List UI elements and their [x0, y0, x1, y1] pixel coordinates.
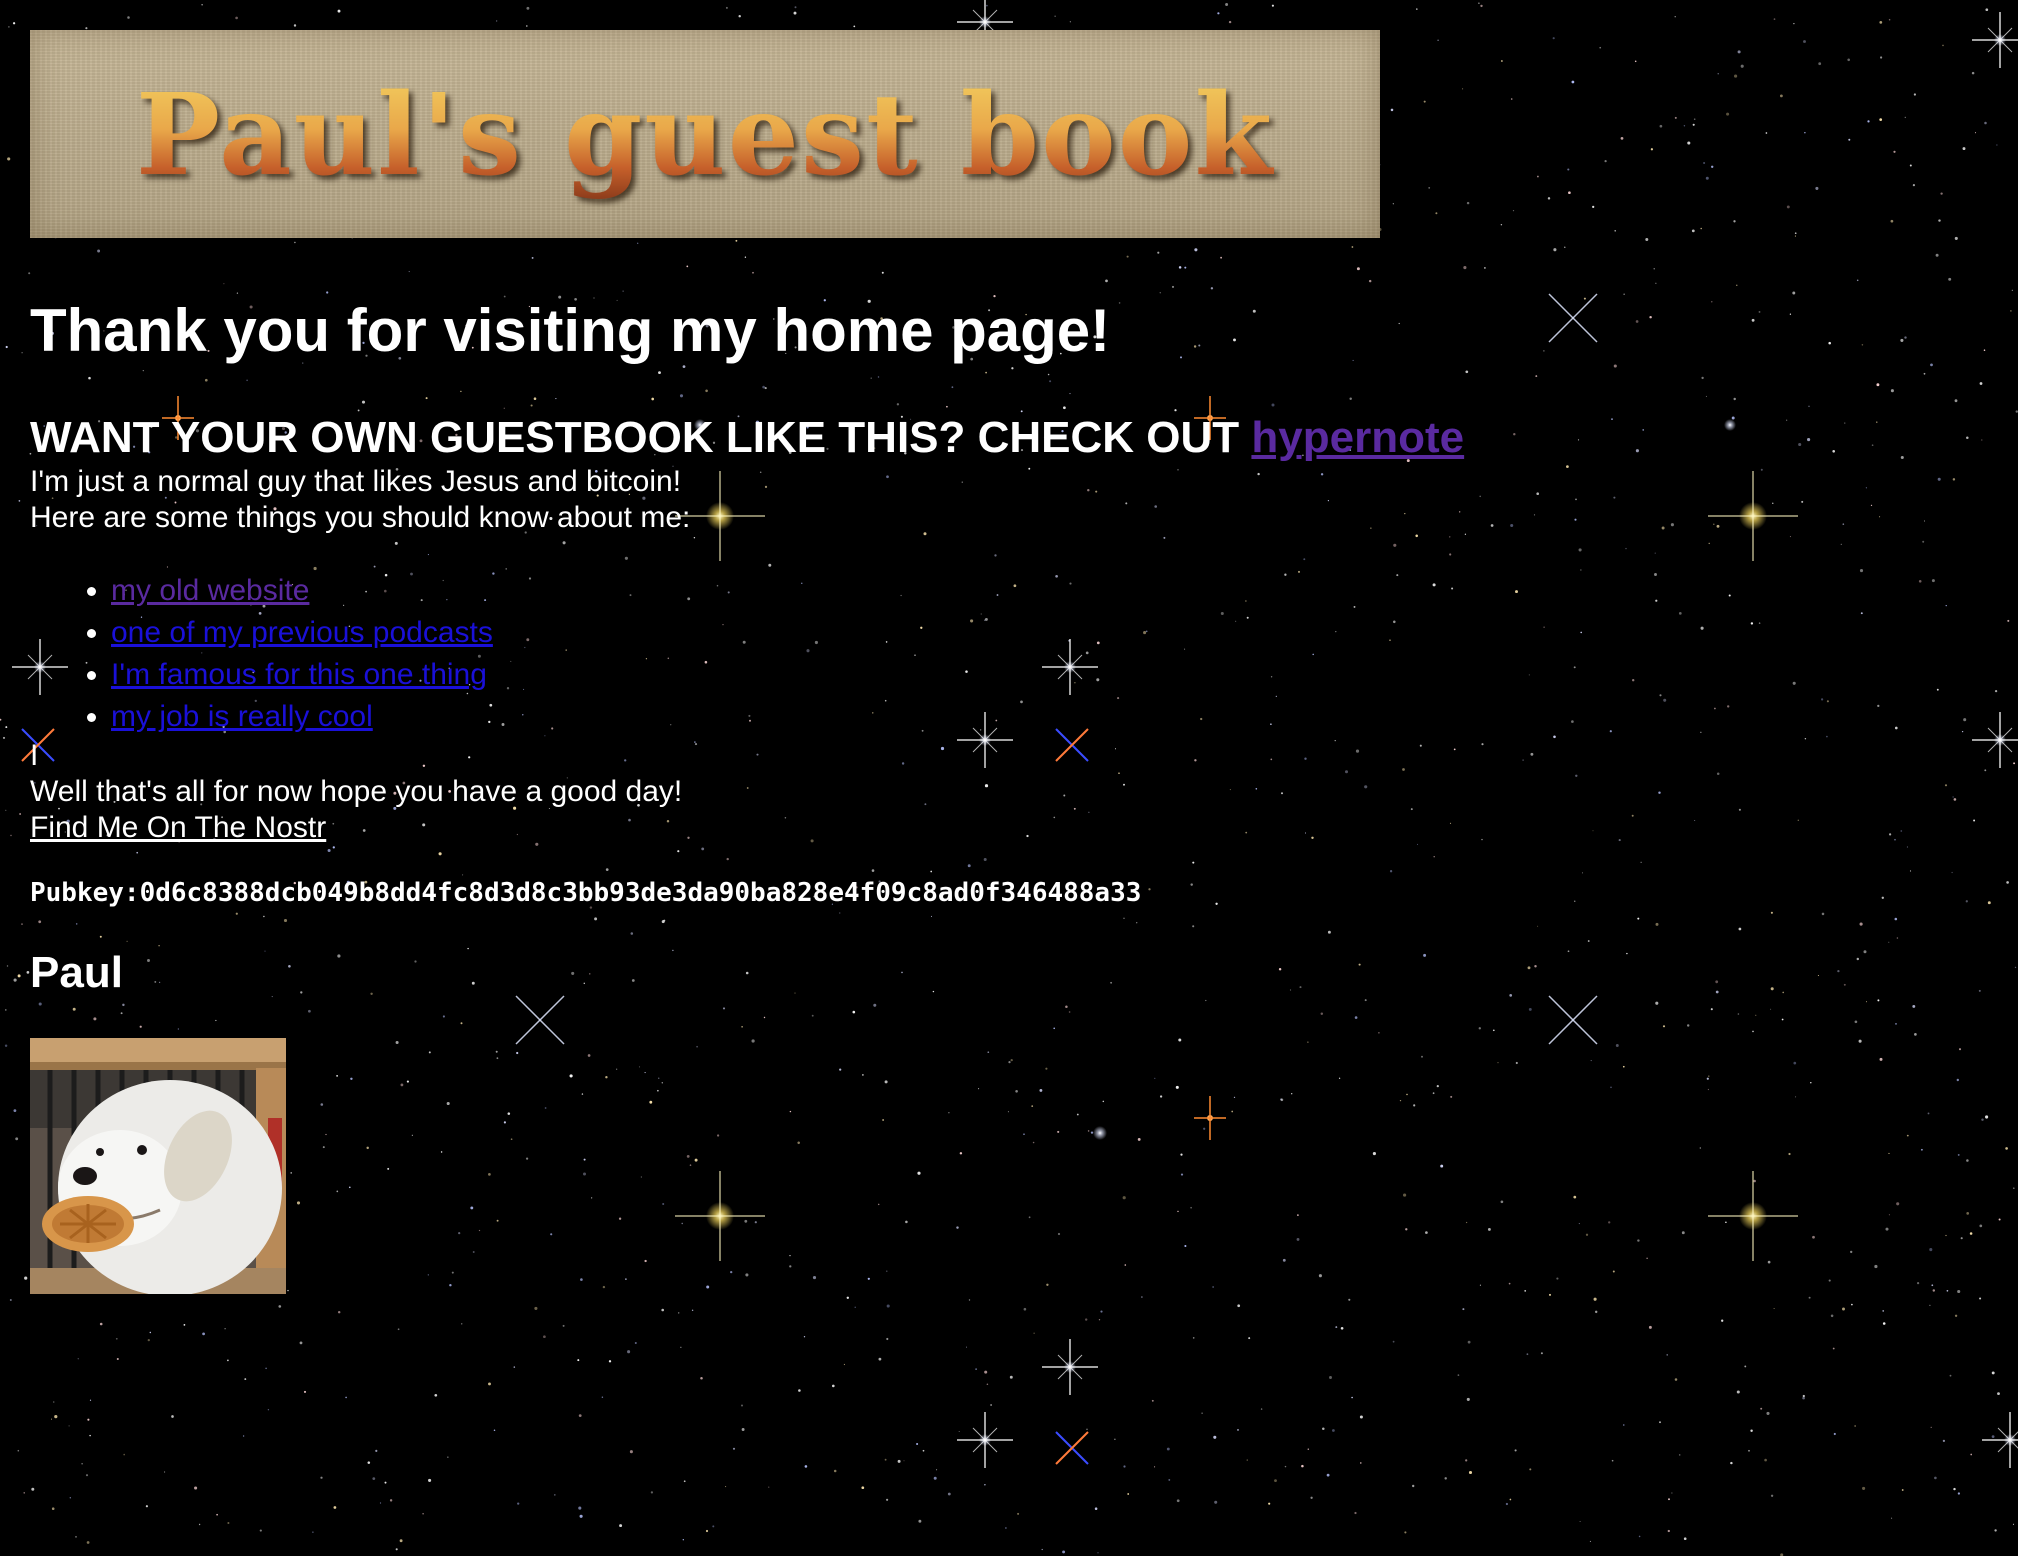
podcast-link[interactable]: one of my previous podcasts [111, 616, 493, 649]
things-list: my old website one of my previous podcas… [30, 570, 1930, 738]
signature-name: Paul [30, 947, 123, 997]
famous-thing-link[interactable]: I'm famous for this one thing [111, 658, 487, 691]
banner-title: Paul's guest book [30, 70, 1380, 201]
list-item: my job is really cool [111, 696, 1930, 738]
guestbook-cta-heading: WANT YOUR OWN GUESTBOOK LIKE THIS? CHECK… [30, 413, 1930, 464]
hypernote-link[interactable]: hypernote [1251, 413, 1464, 462]
list-item: one of my previous podcasts [111, 612, 1930, 654]
cta-text: WANT YOUR OWN GUESTBOOK LIKE THIS? CHECK… [30, 413, 1252, 462]
list-item: my old website [111, 570, 1930, 612]
nostr-link[interactable]: Find Me On The Nostr [30, 811, 326, 844]
dog-avatar-photo [30, 1037, 286, 1294]
things-heading: Here are some things you should know abo… [30, 500, 691, 534]
page-title: Thank you for visiting my home page! [30, 297, 1111, 364]
intro-text: I'm just a normal guy that likes Jesus a… [30, 464, 682, 498]
job-link[interactable]: my job is really cool [111, 700, 373, 733]
farewell-text: Well that's all for now hope you have a … [30, 774, 683, 808]
guestbook-banner: Paul's guest book [30, 30, 1380, 238]
list-item: I'm famous for this one thing [111, 654, 1930, 696]
page-content: Paul's guest book Thank you for visiting… [30, 30, 1930, 1294]
old-website-link[interactable]: my old website [111, 574, 309, 607]
cursor-line: I [30, 738, 39, 772]
nostr-paragraph: Find Me On The Nostr [30, 810, 1930, 846]
pubkey-text: Pubkey:0d6c8388dcb049b8dd4fc8d3d8c3bb93d… [30, 877, 1142, 908]
